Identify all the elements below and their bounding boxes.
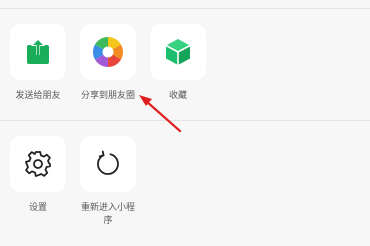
settings-label: 设置 [28, 203, 47, 213]
reenter-miniprogram-label: 重新进入小程序 [80, 203, 135, 226]
gear-icon [24, 150, 52, 178]
moments-aperture-icon [91, 35, 125, 69]
send-to-friend-button[interactable] [10, 24, 66, 80]
share-to-moments-label: 分享到朋友圈 [80, 91, 135, 101]
reload-icon [94, 150, 122, 178]
middle-divider [0, 120, 370, 121]
favorite-cube-icon [163, 37, 193, 67]
favorite-button[interactable] [150, 24, 206, 80]
favorite-label: 收藏 [168, 91, 187, 101]
share-to-moments-button[interactable] [80, 24, 136, 80]
top-divider [0, 8, 370, 9]
settings-button[interactable] [10, 136, 66, 192]
share-upload-icon [24, 38, 52, 66]
reenter-miniprogram-button[interactable] [80, 136, 136, 192]
send-to-friend-label: 发送给朋友 [15, 91, 61, 101]
